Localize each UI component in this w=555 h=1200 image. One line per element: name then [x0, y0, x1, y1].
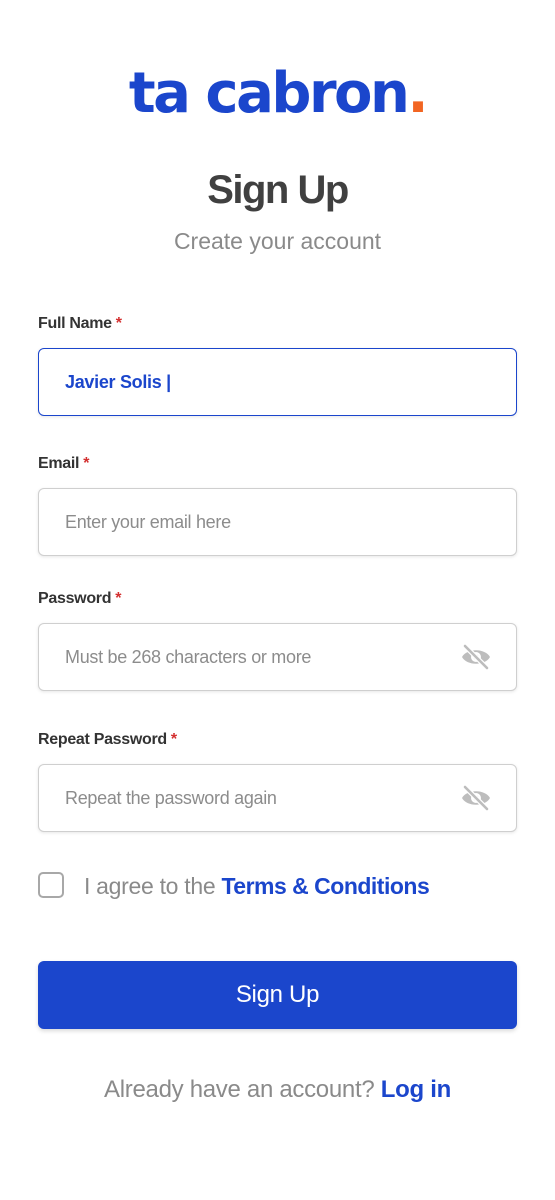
- terms-link[interactable]: Terms & Conditions: [221, 873, 429, 899]
- required-marker: *: [170, 731, 177, 748]
- signup-page: ta cabron. Sign Up Create your account F…: [0, 0, 555, 1200]
- brand-logo: ta cabron.: [0, 58, 555, 130]
- repeat-password-label: Repeat Password *: [38, 731, 177, 748]
- login-link[interactable]: Log in: [381, 1076, 451, 1103]
- repeat-password-field[interactable]: Repeat the password again: [38, 764, 517, 832]
- logo-text: ta cabron: [128, 61, 410, 126]
- required-marker: *: [115, 315, 122, 332]
- password-placeholder: Must be 268 characters or more: [65, 647, 312, 667]
- logo-dot: .: [407, 61, 428, 126]
- email-placeholder: Enter your email here: [65, 512, 231, 532]
- required-marker: *: [115, 590, 122, 607]
- email-field[interactable]: Enter your email here: [38, 488, 517, 556]
- sign-up-button[interactable]: Sign Up: [38, 961, 517, 1029]
- login-prompt: Already have an account? Log in: [104, 1076, 451, 1103]
- eye-slash-icon[interactable]: [460, 784, 492, 812]
- eye-slash-icon[interactable]: [460, 643, 492, 671]
- terms-agree-text: I agree to the Terms & Conditions: [84, 873, 430, 899]
- terms-agree-row: I agree to the Terms & Conditions: [38, 870, 518, 902]
- page-title: Sign Up: [207, 168, 349, 212]
- password-field[interactable]: Must be 268 characters or more: [38, 623, 517, 691]
- page-subtitle: Create your account: [173, 228, 382, 254]
- full-name-field[interactable]: Javier Solis |: [38, 348, 517, 416]
- email-label: Email *: [38, 455, 90, 472]
- full-name-label: Full Name *: [38, 315, 122, 332]
- required-marker: *: [83, 455, 90, 472]
- password-label: Password *: [38, 590, 122, 607]
- repeat-password-placeholder: Repeat the password again: [65, 788, 277, 808]
- full-name-value: Javier Solis |: [65, 372, 171, 392]
- terms-checkbox[interactable]: [38, 872, 64, 898]
